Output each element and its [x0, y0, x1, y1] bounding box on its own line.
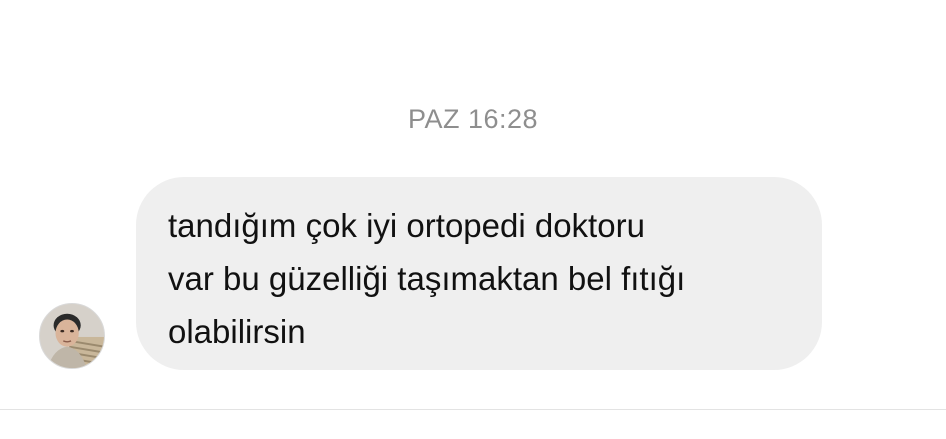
chat-screen: PAZ 16:28 tandığım çok iyi ortopedi dokt… [0, 0, 946, 439]
profile-photo-icon [40, 304, 104, 368]
divider [0, 409, 946, 410]
sender-avatar[interactable] [39, 303, 105, 369]
message-timestamp: PAZ 16:28 [407, 104, 539, 134]
message-bubble[interactable]: tandığım çok iyi ortopedi doktoru var bu… [136, 177, 822, 370]
message-text: tandığım çok iyi ortopedi doktoru var bu… [168, 207, 686, 350]
